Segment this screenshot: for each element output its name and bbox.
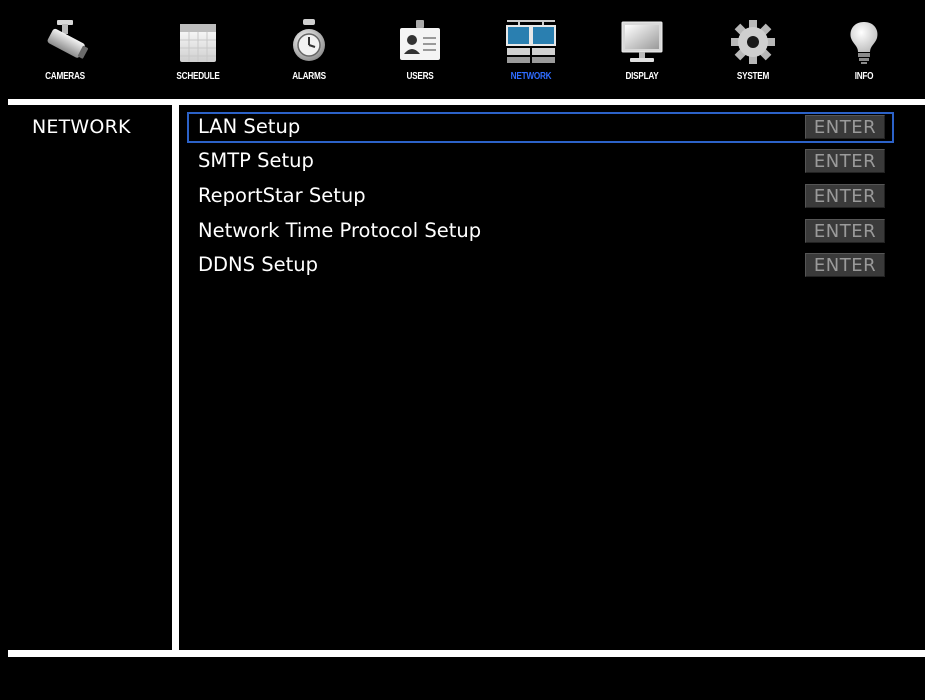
- menu-item-ntp-setup[interactable]: Network Time Protocol Setup ENTER: [188, 217, 893, 246]
- section-title: NETWORK: [32, 116, 131, 138]
- toolbar-label: INFO: [854, 71, 874, 82]
- toolbar-item-display[interactable]: DISPLAY: [585, 8, 699, 94]
- toolbar-label: CAMERAS: [45, 71, 85, 82]
- calendar-icon: [180, 24, 216, 62]
- menu-item-label: LAN Setup: [198, 115, 301, 138]
- enter-button[interactable]: ENTER: [805, 219, 885, 243]
- enter-button[interactable]: ENTER: [805, 184, 885, 208]
- enter-button[interactable]: ENTER: [805, 115, 885, 139]
- sidebar-divider: [172, 105, 179, 650]
- menu-item-ddns-setup[interactable]: DDNS Setup ENTER: [188, 251, 893, 280]
- menu-item-label: SMTP Setup: [198, 149, 314, 172]
- menu-item-smtp-setup[interactable]: SMTP Setup ENTER: [188, 147, 893, 176]
- toolbar-label: NETWORK: [510, 71, 552, 82]
- toolbar-item-cameras[interactable]: CAMERAS: [8, 8, 122, 94]
- menu-item-label: DDNS Setup: [198, 253, 318, 276]
- toolbar-label: ALARMS: [292, 71, 326, 82]
- gear-icon: [731, 20, 775, 64]
- enter-button[interactable]: ENTER: [805, 253, 885, 277]
- main-toolbar: CAMERAS SCHEDULE ALARMS USERS NETWORK DI…: [8, 8, 925, 94]
- enter-button[interactable]: ENTER: [805, 149, 885, 173]
- user-badge-icon: [400, 20, 440, 60]
- monitor-icon: [621, 21, 663, 62]
- toolbar-label: SYSTEM: [736, 71, 770, 82]
- toolbar-item-alarms[interactable]: ALARMS: [252, 8, 366, 94]
- toolbar-label: USERS: [406, 71, 434, 82]
- menu-item-label: ReportStar Setup: [198, 184, 366, 207]
- menu-item-label: Network Time Protocol Setup: [198, 219, 482, 242]
- toolbar-item-users[interactable]: USERS: [363, 8, 477, 94]
- menu-item-lan-setup[interactable]: LAN Setup ENTER: [187, 112, 894, 143]
- menu-item-reportstar-setup[interactable]: ReportStar Setup ENTER: [188, 182, 893, 211]
- toolbar-item-info[interactable]: INFO: [807, 8, 921, 94]
- camera-icon: [47, 20, 89, 59]
- toolbar-label: DISPLAY: [625, 71, 659, 82]
- lightbulb-icon: [850, 22, 878, 64]
- toolbar-item-network[interactable]: NETWORK: [474, 8, 588, 94]
- toolbar-item-schedule[interactable]: SCHEDULE: [141, 8, 255, 94]
- footer-divider: [8, 650, 925, 657]
- alarm-clock-icon: [293, 19, 325, 61]
- toolbar-item-system[interactable]: SYSTEM: [696, 8, 810, 94]
- toolbar-label: SCHEDULE: [176, 71, 220, 82]
- network-computers-icon: [506, 20, 556, 63]
- toolbar-divider: [8, 99, 925, 105]
